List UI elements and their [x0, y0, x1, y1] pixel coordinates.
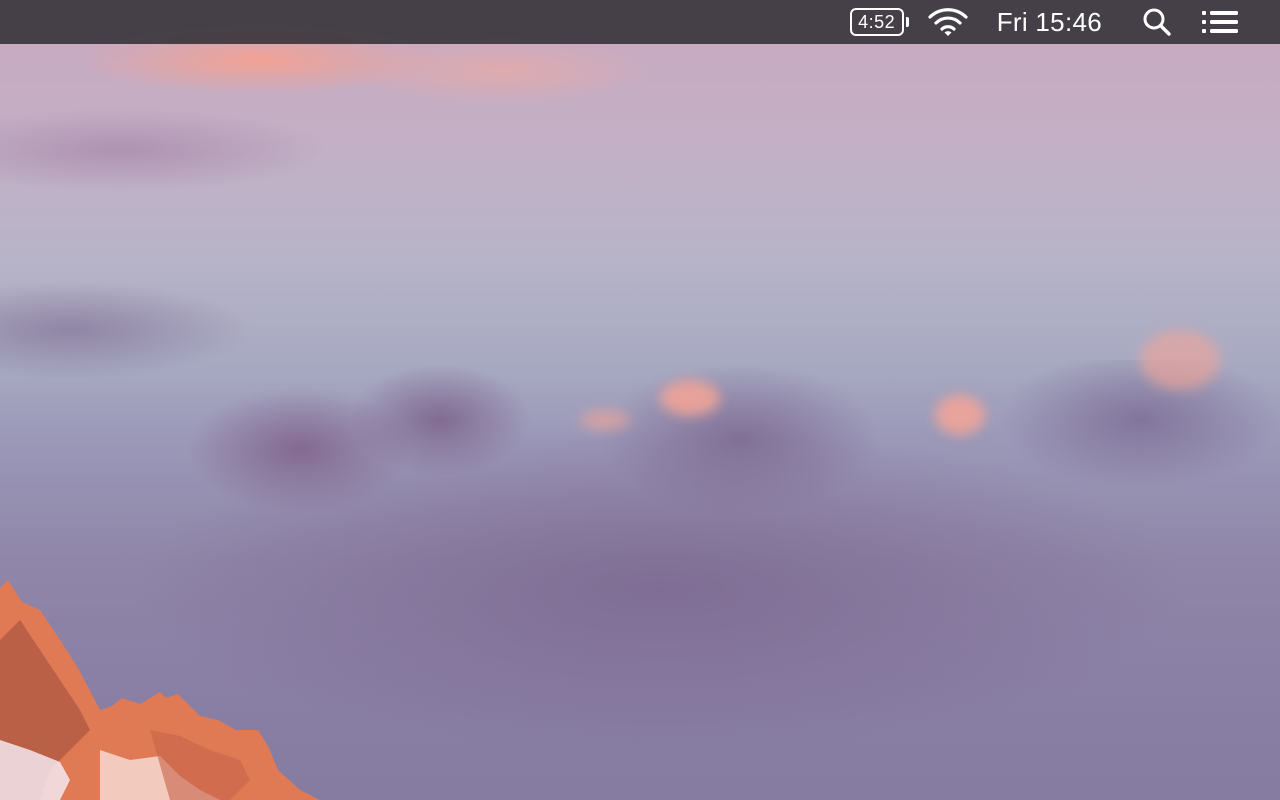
list-icon	[1202, 11, 1238, 33]
battery-icon: 4:52	[849, 8, 904, 36]
desktop: 4:52 Fri 15:46	[0, 0, 1280, 800]
spotlight-button[interactable]	[1142, 0, 1172, 44]
search-icon	[1143, 8, 1171, 36]
battery-tip	[905, 17, 909, 27]
battery-indicator[interactable]: 4:52	[849, 0, 909, 44]
notification-center-button[interactable]	[1202, 0, 1240, 44]
cloud-highlight	[580, 410, 630, 430]
mountain-peaks	[0, 580, 320, 800]
cloud-highlight	[660, 380, 720, 416]
battery-time-remaining: 4:52	[858, 11, 896, 32]
clock-text: Fri 15:46	[996, 6, 1102, 37]
wifi-menu[interactable]	[927, 0, 969, 44]
menu-bar: 4:52 Fri 15:46	[0, 0, 1280, 44]
cloud-highlight	[935, 395, 985, 435]
cloud-highlight	[1140, 330, 1220, 390]
wifi-icon	[928, 8, 968, 36]
menu-bar-clock[interactable]: Fri 15:46	[997, 0, 1102, 44]
